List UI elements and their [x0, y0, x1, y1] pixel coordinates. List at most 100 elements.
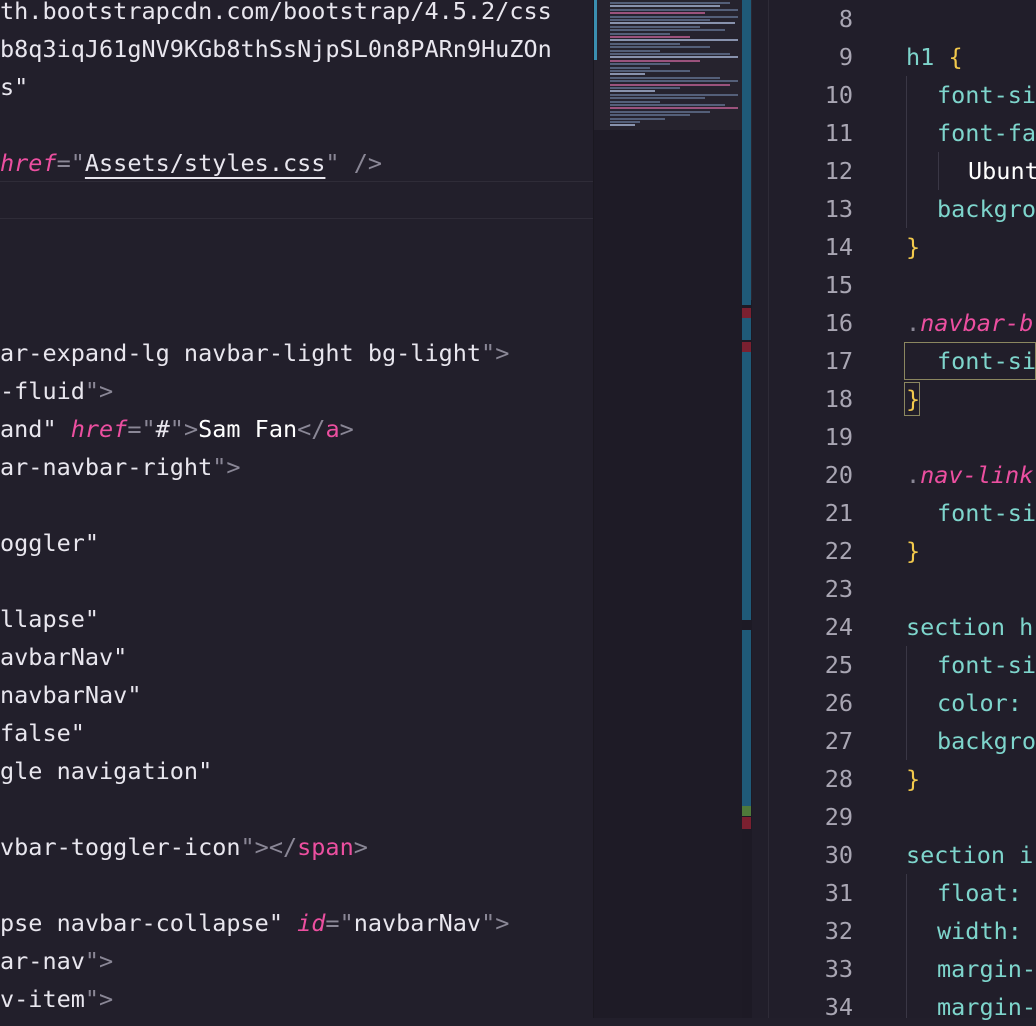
code-line[interactable]: section h	[906, 608, 1033, 646]
code-line[interactable]: href="Assets/styles.css" />	[0, 144, 382, 182]
code-line[interactable]: font-si	[937, 494, 1036, 532]
code-token: id	[297, 909, 326, 937]
minimap-line	[610, 19, 710, 21]
code-token: .	[906, 461, 921, 489]
line-number: 22	[824, 537, 853, 565]
code-token: section h	[906, 613, 1034, 641]
left-code-editor[interactable]: th.bootstrapcdn.com/bootstrap/4.5.2/css b…	[0, 0, 594, 1018]
code-token: "></	[240, 833, 298, 861]
indent-guide	[938, 152, 939, 190]
code-line[interactable]: font-fa	[937, 114, 1036, 152]
minimap-line	[610, 63, 670, 66]
code-line[interactable]: v-item">	[0, 980, 113, 1018]
code-token: font-si	[937, 81, 1036, 109]
code-token: }	[906, 233, 921, 261]
code-line[interactable]: .navbar-b	[906, 304, 1033, 342]
code-line[interactable]: avbarNav"	[0, 638, 127, 676]
line-number: 10	[824, 81, 853, 109]
minimap-line	[610, 66, 650, 69]
code-line[interactable]: llapse"	[0, 600, 99, 638]
scroll-marker-red	[742, 308, 751, 318]
code-token: .	[906, 309, 921, 337]
code-line[interactable]: oggler"	[0, 524, 99, 562]
minimap[interactable]	[594, 0, 742, 1018]
minimap-line	[610, 107, 738, 110]
code-line[interactable]: navbarNav"	[0, 676, 141, 714]
code-line[interactable]: s"	[0, 68, 28, 106]
line-number: 25	[824, 651, 853, 679]
code-line[interactable]: float:	[937, 874, 1036, 912]
minimap-line	[610, 83, 730, 86]
minimap-line	[610, 25, 700, 28]
code-token: href	[0, 149, 57, 177]
code-token: ar-expand-lg navbar-light bg-light	[0, 339, 482, 367]
code-token: ">	[481, 339, 510, 367]
code-line[interactable]: width:	[937, 912, 1036, 950]
minimap-line	[610, 110, 710, 113]
minimap-line	[610, 97, 705, 100]
code-line[interactable]: h1 {	[906, 38, 963, 76]
code-line[interactable]: and" href="#">Sam Fan</a>	[0, 410, 354, 448]
scroll-marker-red	[742, 342, 751, 352]
code-line[interactable]: section i	[906, 836, 1033, 874]
code-line[interactable]: pse navbar-collapse" id="navbarNav">	[0, 904, 509, 942]
code-line[interactable]: th.bootstrapcdn.com/bootstrap/4.5.2/css	[0, 0, 552, 30]
code-line[interactable]: b8q3iqJ61gNV9KGb8thSsNjpSL0n8PARn9HuZOn	[0, 30, 552, 68]
scroll-marker-green	[742, 806, 751, 816]
code-token: >	[353, 833, 368, 861]
code-line[interactable]: margin-	[937, 988, 1036, 1026]
line-number: 32	[824, 917, 853, 945]
code-token: font-si	[937, 651, 1036, 679]
code-token: ar-nav	[0, 947, 85, 975]
code-line[interactable]: }	[906, 532, 920, 570]
code-line[interactable]: ar-expand-lg navbar-light bg-light">	[0, 334, 509, 372]
code-token: margin-	[937, 993, 1036, 1021]
code-line[interactable]: .nav-link	[906, 456, 1033, 494]
line-number: 18	[824, 385, 853, 413]
code-line[interactable]: false"	[0, 714, 85, 752]
code-token: ar-navbar-right	[0, 453, 213, 481]
minimap-line	[610, 32, 670, 35]
minimap-line	[610, 59, 700, 62]
line-number: 13	[824, 195, 853, 223]
code-token: s"	[0, 73, 29, 101]
line-number: 14	[824, 233, 853, 261]
code-token: a	[325, 415, 340, 443]
minimap-line	[610, 124, 635, 127]
code-token: " />	[325, 149, 383, 177]
code-line[interactable]: backgro	[937, 190, 1036, 228]
code-line[interactable]: ar-navbar-right">	[0, 448, 241, 486]
current-line-highlight	[0, 181, 594, 219]
minimap-line	[610, 100, 660, 103]
code-token: href	[70, 415, 128, 443]
code-token: span	[297, 833, 354, 861]
code-line[interactable]: color:	[937, 684, 1036, 722]
code-line[interactable]: backgro	[937, 722, 1036, 760]
code-line[interactable]: font-si	[937, 76, 1036, 114]
minimap-line	[610, 80, 738, 83]
line-number: 33	[824, 955, 853, 983]
bracket-match-highlight	[904, 342, 1036, 380]
minimap-line	[610, 93, 738, 96]
code-line[interactable]: }	[906, 228, 920, 266]
code-line[interactable]: vbar-toggler-icon"></span>	[0, 828, 368, 866]
code-token: }	[906, 765, 921, 793]
code-line[interactable]: gle navigation"	[0, 752, 212, 790]
indent-guide	[906, 646, 907, 760]
minimap-line	[610, 39, 738, 42]
code-line[interactable]: font-si	[937, 646, 1036, 684]
code-line[interactable]: ar-nav">	[0, 942, 113, 980]
code-token: ="	[325, 909, 354, 937]
minimap-line	[610, 2, 730, 4]
minimap-line	[610, 104, 725, 106]
code-token: ">	[84, 947, 114, 975]
minimap-line	[610, 29, 725, 32]
code-line[interactable]: margin-	[937, 950, 1036, 988]
code-token: Sam Fan	[198, 415, 298, 443]
code-line[interactable]: -fluid">	[0, 372, 113, 410]
scroll-marker-red	[742, 817, 751, 829]
code-token: backgro	[937, 195, 1036, 223]
code-line[interactable]: }	[906, 760, 920, 798]
code-token: nav-link	[920, 461, 1034, 489]
code-line[interactable]: Ubunt	[968, 152, 1036, 190]
